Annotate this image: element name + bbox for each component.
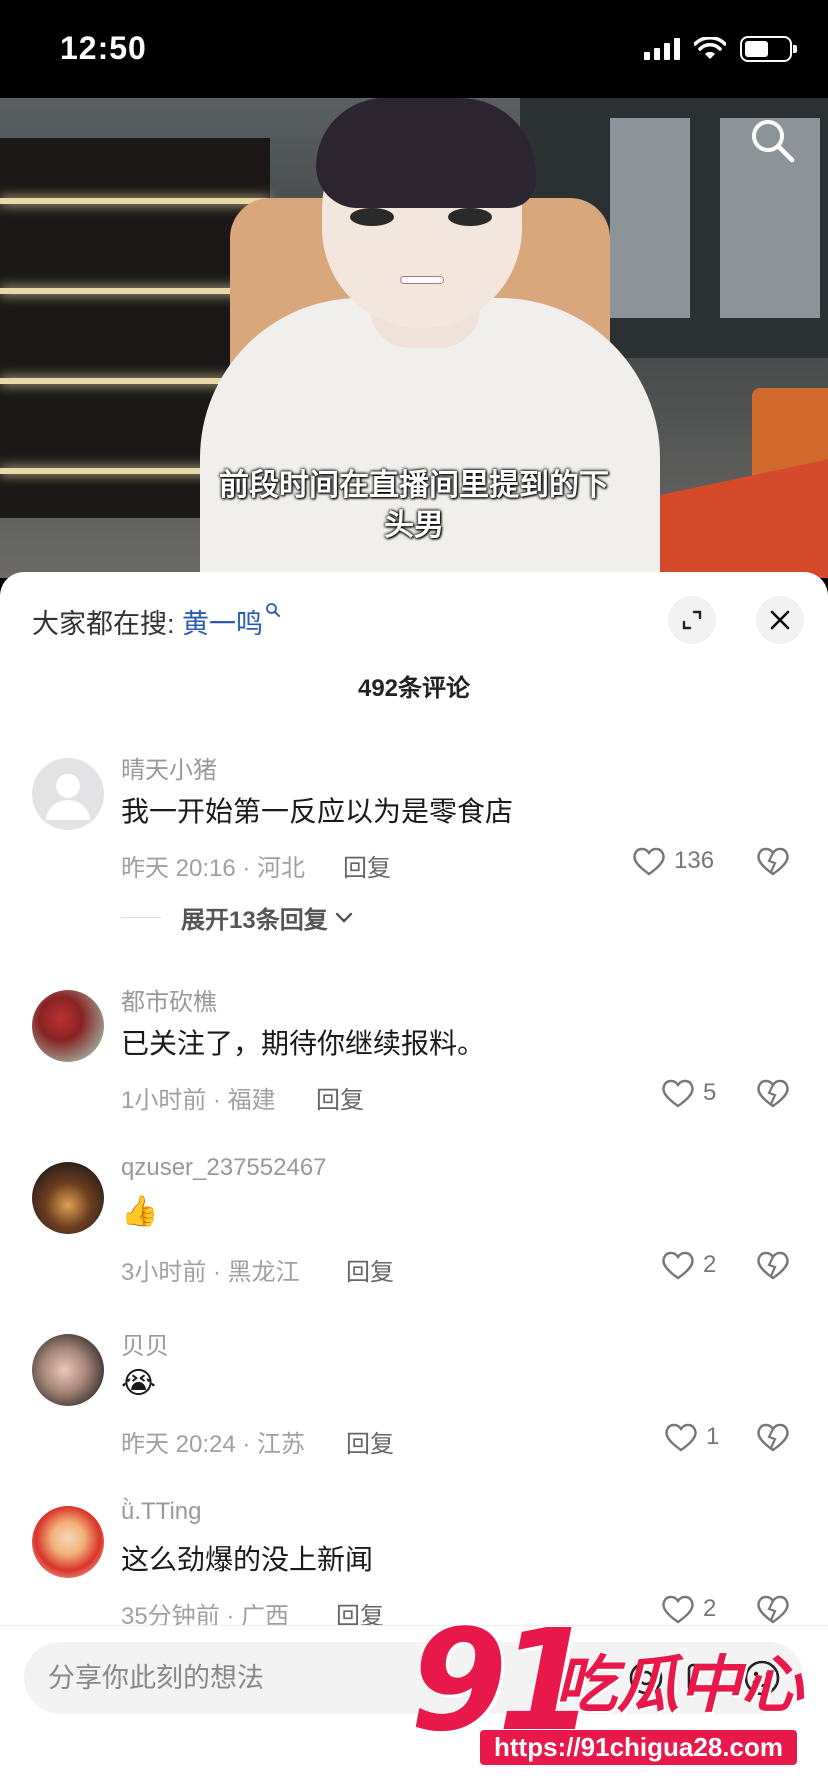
wifi-icon bbox=[694, 37, 726, 59]
status-icons bbox=[644, 36, 797, 62]
comment-item: 贝贝 😭 昨天 20:24 · 江苏 回复 1 bbox=[0, 1326, 828, 1466]
like-button[interactable]: 1 bbox=[664, 1422, 719, 1452]
chevron-down-icon bbox=[335, 912, 352, 923]
reply-button[interactable]: 回复 bbox=[346, 1252, 394, 1287]
comment-username[interactable]: 都市砍樵 bbox=[121, 982, 217, 1017]
search-icon[interactable] bbox=[746, 114, 798, 166]
broken-heart-icon[interactable] bbox=[756, 1078, 790, 1108]
comment-text: 👍 bbox=[121, 1195, 159, 1228]
comment-text: 😭 bbox=[121, 1367, 157, 1400]
broken-heart-icon[interactable] bbox=[756, 1422, 790, 1452]
like-count: 1 bbox=[706, 1423, 720, 1450]
comment-meta: 昨天 20:24 · 江苏 bbox=[121, 1431, 306, 1458]
comment-meta: 昨天 20:16 · 河北 bbox=[121, 855, 306, 882]
watermark-url: https://91chigua28.com bbox=[480, 1730, 797, 1765]
like-count: 136 bbox=[674, 847, 715, 874]
comment-meta: 3小时前 · 黑龙江 bbox=[121, 1259, 300, 1286]
like-count: 2 bbox=[703, 1251, 717, 1278]
broken-heart-icon[interactable] bbox=[756, 1250, 790, 1280]
comment-username[interactable]: 晴天小猪 bbox=[121, 750, 217, 785]
heart-icon bbox=[662, 1079, 694, 1108]
watermark-brand: 吃瓜中心 bbox=[555, 1651, 804, 1720]
close-button[interactable] bbox=[756, 596, 804, 644]
avatar[interactable] bbox=[32, 990, 104, 1062]
comment-text: 我一开始第一反应以为是零食店 bbox=[121, 796, 514, 827]
like-count: 5 bbox=[703, 1079, 717, 1106]
comment-text: 这么劲爆的没上新闻 bbox=[121, 1544, 374, 1575]
broken-heart-icon[interactable] bbox=[756, 846, 790, 876]
comment-count: 492条评论 bbox=[357, 675, 471, 702]
watermark-logo: 91 吃瓜中心 https://91chigua28.com bbox=[400, 1600, 828, 1792]
reply-button[interactable]: 回复 bbox=[346, 1424, 394, 1459]
comment-username[interactable]: qzuser_237552467 bbox=[121, 1154, 327, 1182]
avatar[interactable] bbox=[32, 758, 104, 830]
comment-text: 已关注了，期待你继续报料。 bbox=[121, 1028, 486, 1059]
avatar[interactable] bbox=[32, 1506, 104, 1578]
comment-username[interactable]: ǜ.TTing bbox=[121, 1498, 201, 1526]
search-icon bbox=[266, 603, 281, 617]
like-button[interactable]: 136 bbox=[632, 846, 714, 876]
comment-meta: 1小时前 · 福建 bbox=[121, 1087, 276, 1114]
comment-item: qzuser_237552467 👍 3小时前 · 黑龙江 回复 2 bbox=[0, 1154, 828, 1294]
like-button[interactable]: 2 bbox=[661, 1250, 716, 1280]
status-time: 12:50 bbox=[60, 30, 147, 66]
comment-item: 都市砍樵 已关注了，期待你继续报料。 1小时前 · 福建 回复 5 bbox=[0, 982, 828, 1122]
expand-replies-button[interactable]: 展开13条回复 bbox=[121, 900, 354, 935]
close-icon bbox=[770, 610, 790, 630]
heart-icon bbox=[662, 1251, 694, 1280]
comment-item: 晴天小猪 我一开始第一反应以为是零食店 昨天 20:16 · 河北 回复 136… bbox=[0, 750, 828, 940]
battery-icon bbox=[740, 36, 797, 62]
heart-icon bbox=[633, 847, 665, 876]
video-subtitle: 前段时间在直播间里提到的下 头男 bbox=[219, 469, 609, 542]
avatar[interactable] bbox=[32, 1334, 104, 1406]
reply-button[interactable]: 回复 bbox=[316, 1080, 364, 1115]
status-bar: 12:50 bbox=[0, 0, 828, 98]
heart-icon bbox=[665, 1423, 697, 1452]
like-button[interactable]: 5 bbox=[661, 1078, 716, 1108]
trending-search[interactable]: 大家都在搜: 黄一鸣 bbox=[32, 602, 281, 641]
comment-username[interactable]: 贝贝 bbox=[121, 1326, 169, 1361]
expand-icon bbox=[682, 610, 702, 630]
signal-icon bbox=[644, 38, 680, 60]
video-player[interactable]: 前段时间在直播间里提到的下 头男 bbox=[0, 98, 828, 578]
avatar[interactable] bbox=[32, 1162, 104, 1234]
expand-button[interactable] bbox=[668, 596, 716, 644]
reply-button[interactable]: 回复 bbox=[343, 848, 391, 883]
trending-keyword[interactable]: 黄一鸣 bbox=[182, 609, 263, 639]
